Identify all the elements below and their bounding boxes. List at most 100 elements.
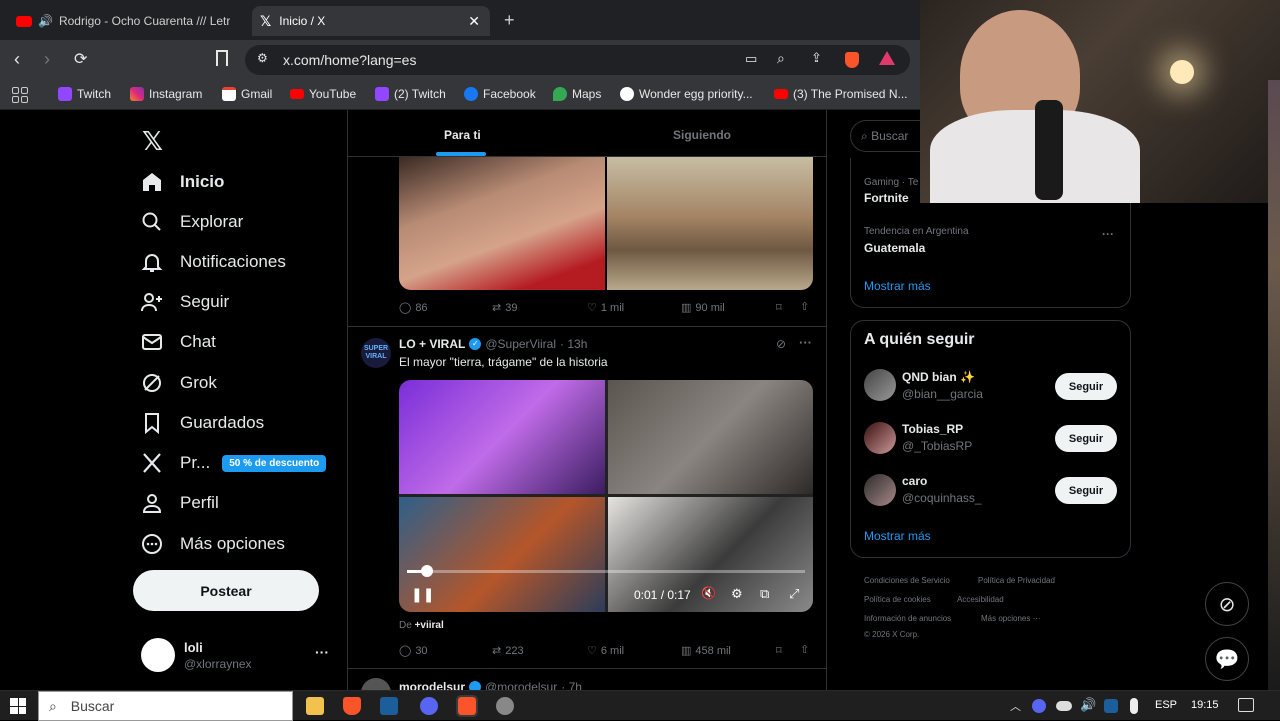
back-icon[interactable]: ‹ xyxy=(14,49,20,70)
share-icon[interactable]: ⇪ xyxy=(811,50,822,66)
taskbar-search-input[interactable]: ⌕ Buscar xyxy=(38,691,293,721)
nav-chat[interactable]: Chat xyxy=(140,330,216,354)
nav-home[interactable]: Inicio xyxy=(140,170,224,194)
trend-name[interactable]: Guatemala xyxy=(864,241,925,255)
messages-float-icon[interactable]: 💬 xyxy=(1205,637,1249,681)
tweet-video[interactable]: ❚❚ 0:01 / 0:17 🔇 ⚙ ⧉ ⤢ xyxy=(399,380,813,612)
post-button[interactable]: Postear xyxy=(133,570,319,611)
forward-icon[interactable]: › xyxy=(44,49,50,70)
follow-button[interactable]: Seguir xyxy=(1055,373,1117,400)
grok-icon[interactable]: ⊘ xyxy=(776,337,786,351)
notifications-icon[interactable] xyxy=(1238,698,1254,712)
obs-icon[interactable] xyxy=(496,697,514,715)
volume-icon[interactable]: 🔊 xyxy=(1080,697,1096,713)
file-explorer-icon[interactable] xyxy=(306,697,324,715)
bookmark-button[interactable]: ⌑ xyxy=(776,301,782,314)
follow-show-more[interactable]: Mostrar más xyxy=(864,529,931,543)
reply-button[interactable]: ◯ 86 xyxy=(399,301,428,315)
tray-steam-icon[interactable] xyxy=(1104,699,1118,713)
pause-icon[interactable]: ❚❚ xyxy=(411,586,434,603)
nav-premium[interactable]: Pr... 50 % de descuento xyxy=(140,451,327,475)
trend-more-icon[interactable]: ··· xyxy=(1102,227,1114,241)
site-info-icon[interactable]: ⚙ xyxy=(257,51,268,65)
discord-icon[interactable] xyxy=(420,697,438,715)
onedrive-icon[interactable] xyxy=(1056,701,1072,711)
video-scrubber[interactable] xyxy=(421,565,433,577)
share-button[interactable]: ⇧ xyxy=(800,300,809,313)
follow-name[interactable]: QND bian ✨ xyxy=(902,370,975,384)
tab-x-home[interactable]: 𝕏 Inicio / X ✕ xyxy=(252,6,490,36)
bookmark-button[interactable]: ⌑ xyxy=(776,644,782,657)
bookmark-wonder-egg[interactable]: Wonder egg priority... xyxy=(620,87,753,101)
bookmark-facebook[interactable]: Facebook xyxy=(464,87,536,101)
tab-for-you[interactable]: Para ti xyxy=(444,128,481,142)
follow-name[interactable]: Tobias_RP xyxy=(902,422,963,436)
views-button[interactable]: ▥ 90 mil xyxy=(681,301,725,315)
avatar[interactable] xyxy=(864,474,896,506)
footer-link[interactable]: Más opciones ··· xyxy=(981,614,1041,623)
cast-icon[interactable]: ▭ xyxy=(745,51,757,67)
bookmark-twitch[interactable]: Twitch xyxy=(58,87,111,101)
tab-following[interactable]: Siguiendo xyxy=(673,128,731,142)
tray-discord-icon[interactable] xyxy=(1032,699,1046,713)
language-indicator[interactable]: ESP xyxy=(1155,699,1177,711)
tab-youtube[interactable]: 🔊 Rodrigo - Ocho Cuarenta /// Letr xyxy=(8,6,248,36)
brave-active-icon[interactable] xyxy=(456,695,478,717)
bookmark-gmail[interactable]: Gmail xyxy=(222,87,272,101)
account-menu-icon[interactable]: ··· xyxy=(315,644,329,660)
brave-shield-icon[interactable] xyxy=(845,52,859,68)
author-handle[interactable]: @SuperViiral xyxy=(485,337,556,351)
avatar[interactable]: SUPER VIRAL xyxy=(361,338,391,368)
footer-link[interactable]: Política de cookies xyxy=(864,595,931,604)
trends-show-more[interactable]: Mostrar más xyxy=(864,279,931,293)
footer-link[interactable]: Política de Privacidad xyxy=(978,576,1055,585)
brave-icon[interactable] xyxy=(343,697,361,715)
source-account[interactable]: +viiral xyxy=(415,620,444,631)
tweet-time[interactable]: · 13h xyxy=(560,337,587,351)
tray-chevron-icon[interactable]: ︿ xyxy=(1010,698,1021,714)
reload-icon[interactable]: ⟳ xyxy=(74,49,87,69)
footer-link[interactable]: Accesibilidad xyxy=(957,595,1004,604)
brave-rewards-icon[interactable] xyxy=(879,51,895,65)
steam-icon[interactable] xyxy=(380,697,398,715)
bookmark-maps[interactable]: Maps xyxy=(553,87,601,101)
grok-float-icon[interactable]: ⊘ xyxy=(1205,582,1249,626)
video-progress-track[interactable] xyxy=(407,570,805,573)
url-bar[interactable]: ⚙ x.com/home?lang=es ▭ ⌕ ⇪ xyxy=(245,45,910,75)
pip-icon[interactable]: ⧉ xyxy=(760,586,769,602)
more-icon[interactable]: ··· xyxy=(799,335,812,350)
retweet-button[interactable]: ⇄ 223 xyxy=(492,644,524,658)
follow-name[interactable]: caro xyxy=(902,474,927,488)
footer-link[interactable]: Condiciones de Servicio xyxy=(864,576,950,585)
nav-explore[interactable]: Explorar xyxy=(140,210,243,234)
like-button[interactable]: ♡ 1 mil xyxy=(587,301,624,315)
close-tab-icon[interactable]: ✕ xyxy=(468,13,480,30)
trend-name[interactable]: Fortnite xyxy=(864,191,909,205)
x-logo-icon[interactable]: 𝕏 xyxy=(142,126,163,157)
avatar[interactable] xyxy=(864,369,896,401)
follow-button[interactable]: Seguir xyxy=(1055,477,1117,504)
fullscreen-icon[interactable]: ⤢ xyxy=(789,586,799,602)
speaker-icon[interactable]: 🔊 xyxy=(38,14,53,28)
windows-start-icon[interactable] xyxy=(10,698,26,714)
nav-profile[interactable]: Perfil xyxy=(140,491,219,515)
avatar[interactable] xyxy=(864,422,896,454)
footer-link[interactable]: Información de anuncios xyxy=(864,614,951,623)
tweet-image[interactable] xyxy=(607,157,813,290)
avatar[interactable] xyxy=(141,638,175,672)
bookmark-page-icon[interactable] xyxy=(216,50,228,66)
nav-notifications[interactable]: Notificaciones xyxy=(140,250,286,274)
nav-bookmarks[interactable]: Guardados xyxy=(140,411,264,435)
nav-grok[interactable]: Grok xyxy=(140,371,217,395)
retweet-button[interactable]: ⇄ 39 xyxy=(492,301,517,315)
views-button[interactable]: ▥ 458 mil xyxy=(681,644,731,658)
clock[interactable]: 19:15 xyxy=(1191,699,1219,711)
reply-button[interactable]: ◯ 30 xyxy=(399,644,428,658)
bookmark-twitch-2[interactable]: (2) Twitch xyxy=(375,87,446,101)
bookmark-instagram[interactable]: Instagram xyxy=(130,87,202,101)
bookmark-promised[interactable]: (3) The Promised N... xyxy=(774,87,907,101)
nav-follow[interactable]: Seguir xyxy=(140,290,229,314)
tweet-image[interactable] xyxy=(399,157,605,290)
follow-button[interactable]: Seguir xyxy=(1055,425,1117,452)
mute-icon[interactable]: 🔇 xyxy=(701,586,716,600)
